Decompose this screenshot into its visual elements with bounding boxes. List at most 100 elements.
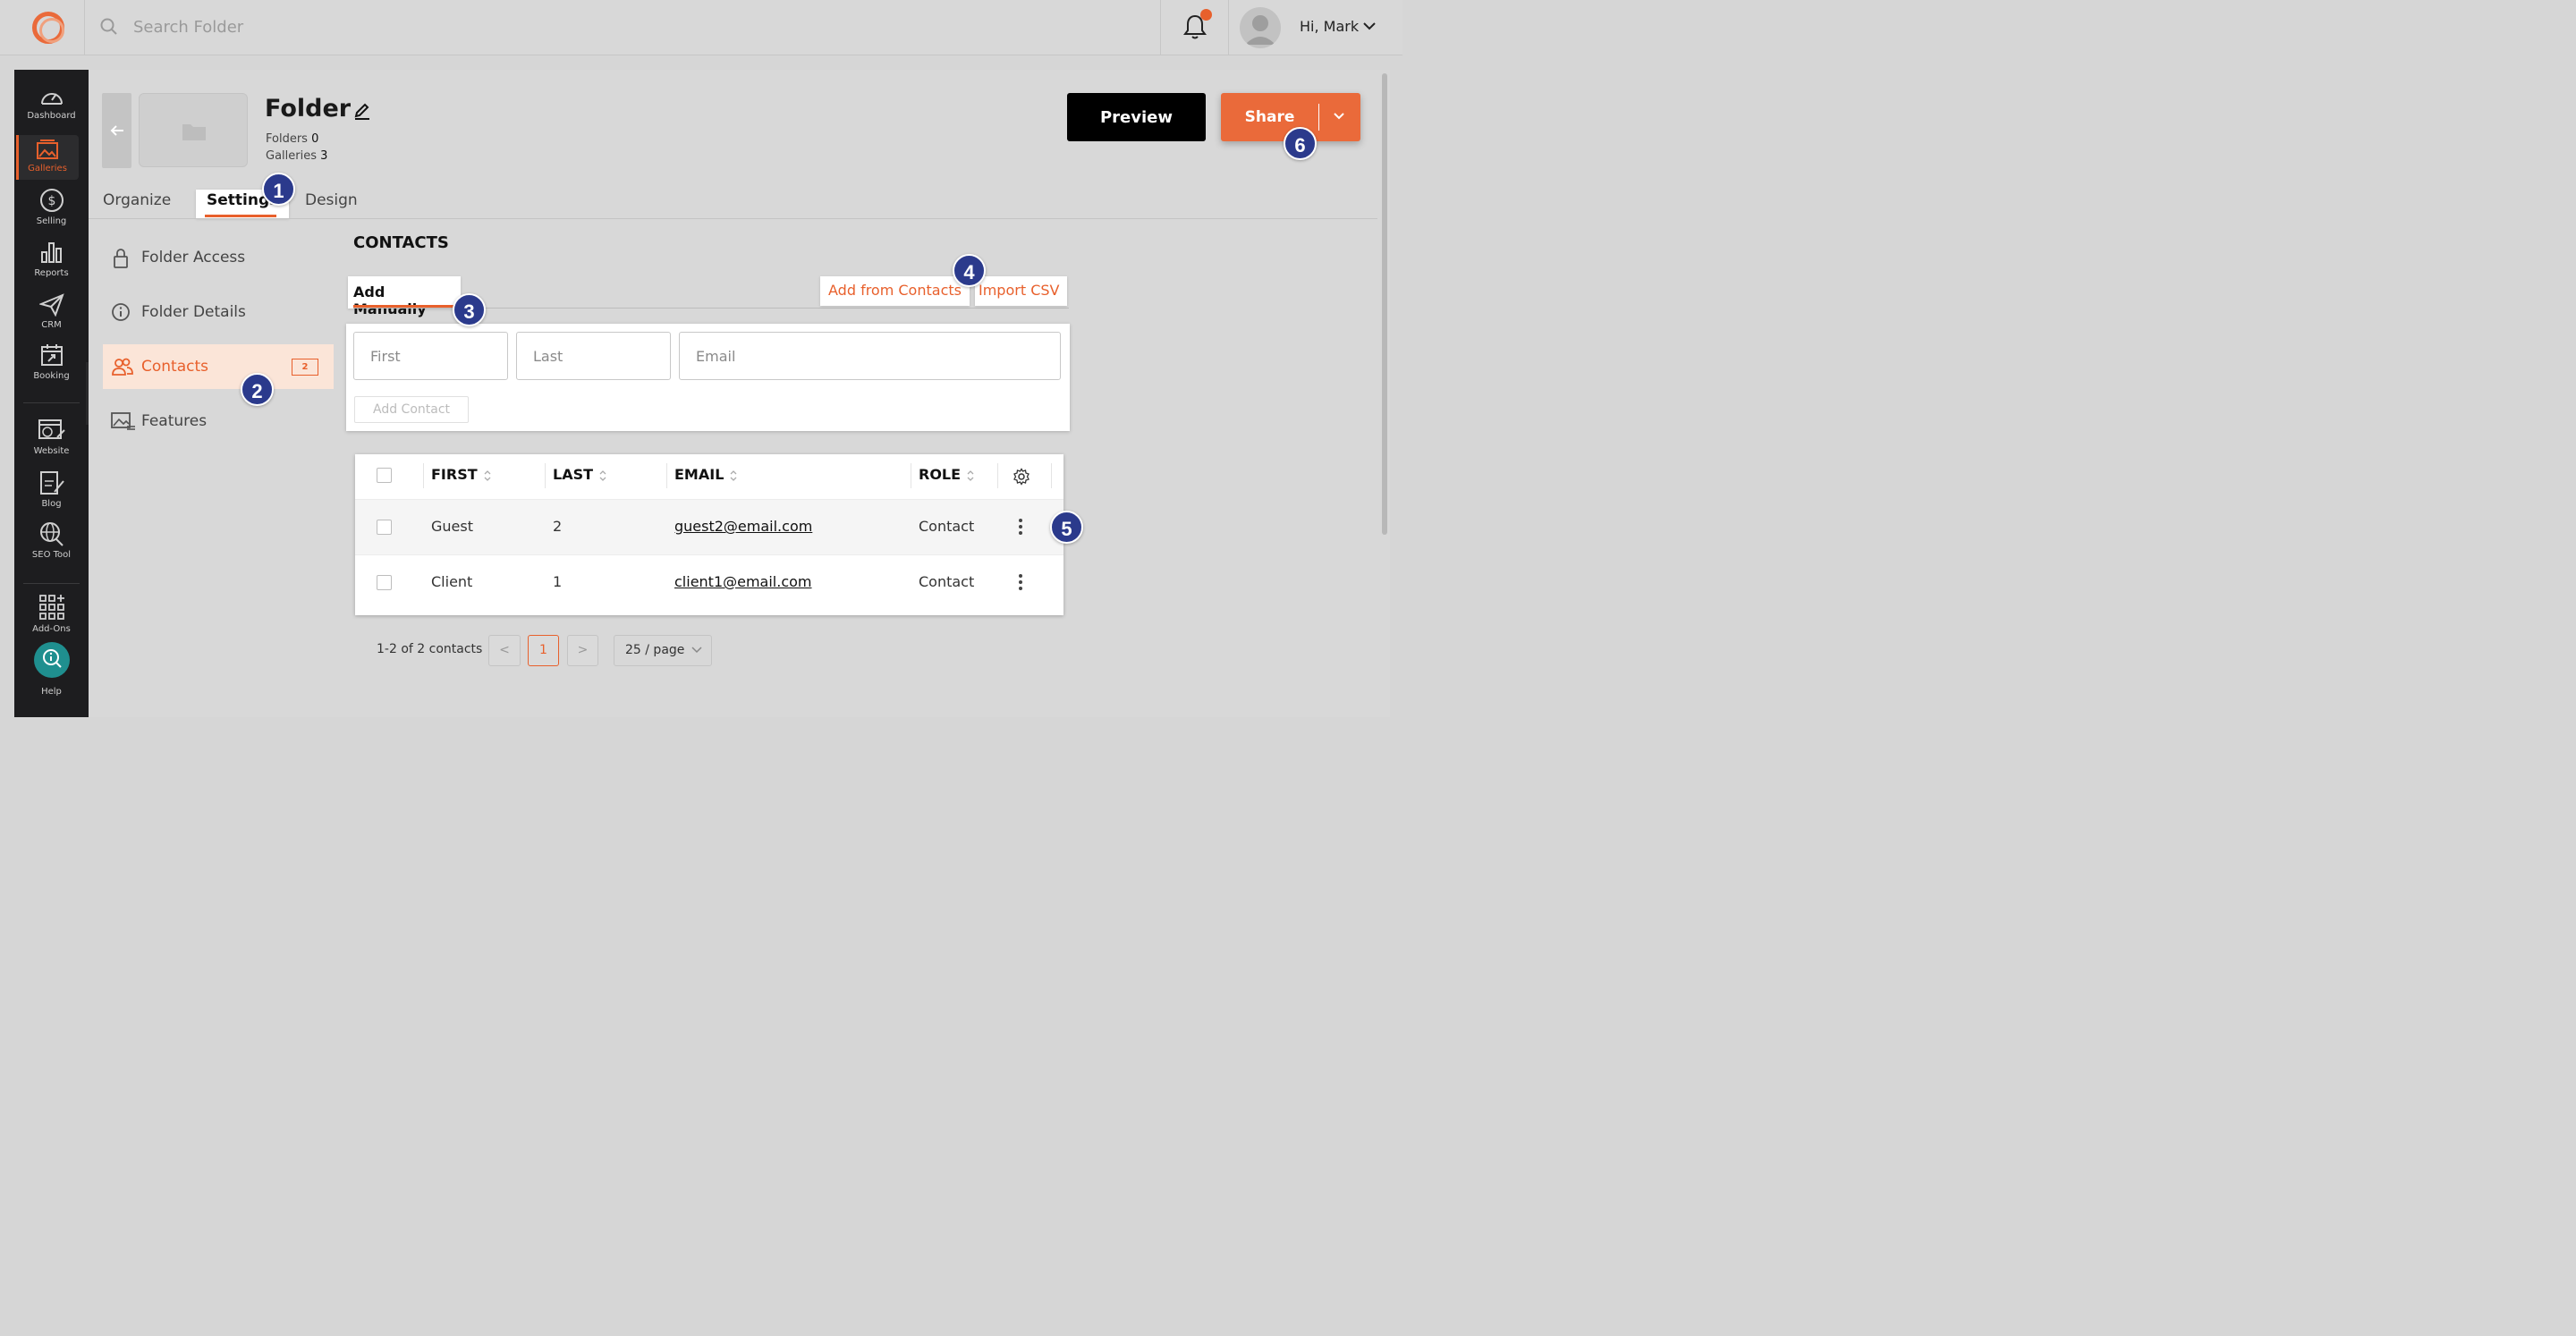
- add-contact-button[interactable]: Add Contact: [354, 396, 469, 423]
- column-header-role[interactable]: ROLE: [919, 466, 974, 483]
- next-page-button[interactable]: >: [567, 635, 598, 666]
- back-button[interactable]: [102, 93, 131, 168]
- sort-icon[interactable]: [730, 469, 737, 482]
- sort-icon[interactable]: [484, 469, 491, 482]
- features-icon: [111, 412, 135, 430]
- import-csv-button[interactable]: Import CSV: [975, 276, 1068, 306]
- users-icon: [112, 358, 133, 376]
- more-options-icon[interactable]: [1019, 574, 1023, 593]
- column-header-email[interactable]: EMAIL: [674, 466, 737, 483]
- tab-add-manually[interactable]: Add Manually: [348, 276, 461, 317]
- settings-nav-label: Folder Access: [141, 249, 246, 266]
- search-input[interactable]: [125, 13, 662, 41]
- folders-value: 0: [311, 132, 319, 146]
- pencil-icon[interactable]: [353, 100, 371, 120]
- tab-design[interactable]: Design: [305, 190, 358, 218]
- galleries-label: Galleries: [266, 149, 317, 163]
- divider: [1160, 0, 1161, 55]
- settings-nav-label: Folder Details: [141, 303, 246, 321]
- column-divider: [1051, 463, 1052, 488]
- chevron-down-icon: [691, 647, 702, 654]
- more-options-icon[interactable]: [1019, 519, 1023, 537]
- tab-organize[interactable]: Organize: [103, 190, 171, 218]
- column-label: LAST: [553, 466, 594, 483]
- page-size-value: 25 / page: [625, 643, 685, 657]
- page-size-select[interactable]: 25 / page: [614, 635, 712, 666]
- arrow-left-icon: [110, 125, 123, 136]
- sidebar-item-seo-tool[interactable]: SEO Tool: [14, 521, 89, 568]
- cell-email-link[interactable]: guest2@email.com: [674, 518, 812, 535]
- divider: [1318, 104, 1319, 131]
- galleries-value: 3: [320, 149, 328, 163]
- chevron-down-icon[interactable]: [1333, 111, 1345, 122]
- table-row[interactable]: Guest 2 guest2@email.com Contact: [355, 499, 1063, 554]
- sidebar-item-blog[interactable]: Blog: [14, 470, 89, 517]
- column-header-first[interactable]: FIRST: [431, 466, 491, 483]
- last-name-field[interactable]: [516, 332, 671, 380]
- sidebar-item-label: Website: [33, 446, 70, 456]
- sidebar-item-label: Selling: [36, 216, 67, 226]
- settings-nav-features[interactable]: Features: [103, 399, 334, 444]
- page-title: Folder: [265, 95, 352, 123]
- sidebar-item-website[interactable]: Website: [14, 418, 89, 464]
- column-header-last[interactable]: LAST: [553, 466, 606, 483]
- folders-label: Folders: [266, 132, 308, 146]
- sidebar-item-galleries[interactable]: Galleries: [16, 135, 79, 180]
- settings-nav-folder-details[interactable]: Folder Details: [103, 290, 334, 334]
- settings-nav-folder-access[interactable]: Folder Access: [103, 235, 334, 280]
- prev-page-button[interactable]: <: [488, 635, 521, 666]
- row-checkbox[interactable]: [377, 520, 392, 535]
- sidebar-item-reports[interactable]: Reports: [14, 240, 89, 286]
- settings-nav-label: Contacts: [141, 358, 208, 376]
- divider: [84, 0, 85, 55]
- cell-last: 1: [553, 573, 563, 590]
- folder-thumbnail[interactable]: [139, 93, 248, 167]
- sidebar-item-help[interactable]: Help: [14, 642, 89, 697]
- count-badge: 2: [292, 359, 318, 376]
- row-checkbox[interactable]: [377, 575, 392, 590]
- column-divider: [423, 463, 424, 488]
- preview-button[interactable]: Preview: [1067, 93, 1206, 141]
- table-row[interactable]: Client 1 client1@email.com Contact: [355, 554, 1063, 610]
- sort-icon[interactable]: [599, 469, 606, 482]
- sort-icon[interactable]: [967, 469, 974, 482]
- column-divider: [545, 463, 546, 488]
- email-field[interactable]: [679, 332, 1061, 380]
- info-icon: [112, 303, 130, 321]
- first-name-field[interactable]: [353, 332, 508, 380]
- sidebar-item-label: CRM: [41, 320, 62, 330]
- gear-icon[interactable]: [1013, 468, 1030, 486]
- sidebar-item-dashboard[interactable]: Dashboard: [14, 86, 89, 132]
- galleries-count: Galleries 3: [266, 149, 327, 163]
- notification-dot: [1200, 9, 1212, 21]
- sidebar-item-crm[interactable]: CRM: [14, 293, 89, 340]
- settings-nav-label: Features: [141, 412, 208, 430]
- scrollbar-thumb[interactable]: [1382, 73, 1387, 535]
- app-logo[interactable]: [32, 12, 64, 44]
- pagination-summary: 1-2 of 2 contacts: [377, 642, 483, 656]
- cell-role: Contact: [919, 573, 975, 590]
- sidebar-item-label: Booking: [33, 371, 70, 381]
- folders-count: Folders 0: [266, 132, 318, 146]
- avatar[interactable]: [1240, 7, 1281, 48]
- sidebar-item-add-ons[interactable]: Add-Ons: [14, 594, 89, 640]
- calendar-icon: [40, 344, 63, 366]
- chevron-down-icon[interactable]: [1363, 21, 1376, 30]
- svg-text:$: $: [47, 194, 55, 208]
- add-from-contacts-button[interactable]: Add from Contacts: [820, 276, 970, 306]
- column-divider: [997, 463, 998, 488]
- sidebar-divider: [23, 583, 80, 584]
- page-button-current[interactable]: 1: [528, 635, 559, 666]
- cell-email-link[interactable]: client1@email.com: [674, 573, 812, 590]
- sidebar-item-label: Dashboard: [27, 111, 76, 121]
- settings-nav-contacts[interactable]: Contacts 2: [103, 344, 334, 389]
- sidebar-item-booking[interactable]: Booking: [14, 342, 89, 389]
- sidebar-item-label: Blog: [41, 499, 62, 509]
- user-greeting[interactable]: Hi, Mark: [1300, 18, 1359, 35]
- folder-icon: [182, 124, 206, 140]
- select-all-checkbox[interactable]: [377, 468, 392, 483]
- sidebar: Dashboard Galleries $ Selling Reports CR…: [14, 70, 89, 717]
- sidebar-item-selling[interactable]: $ Selling: [14, 188, 89, 234]
- user-icon: [1245, 15, 1275, 45]
- section-heading: CONTACTS: [353, 233, 449, 252]
